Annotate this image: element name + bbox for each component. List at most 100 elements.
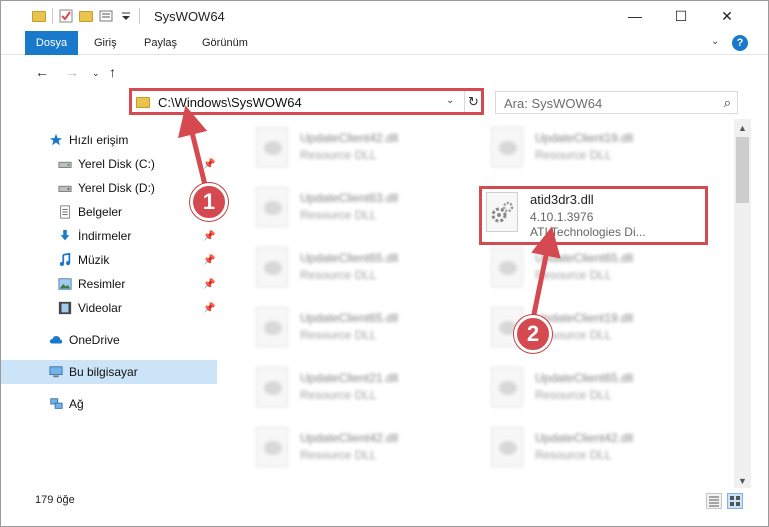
file-tile[interactable]: UpdateClient42.dll Resource DLL (481, 421, 711, 477)
pin-icon[interactable]: 📌 (203, 279, 215, 290)
minimize-button[interactable]: — (612, 1, 658, 31)
sidebar-item-quick-access[interactable]: Hızlı erişim (1, 128, 217, 152)
dll-file-icon (256, 427, 288, 467)
video-icon (58, 301, 72, 315)
file-tile[interactable]: UpdateClient65.dll Resource DLL (246, 301, 476, 357)
file-type: Resource DLL (535, 148, 612, 162)
customize-toolbar-icon[interactable] (99, 9, 113, 23)
file-name: UpdateClient42.dll (300, 431, 399, 445)
file-tile[interactable]: UpdateClient63.dll Resource DLL (246, 181, 476, 237)
drive-icon (58, 161, 72, 168)
sidebar-item-downloads[interactable]: İndirmeler 📌 (1, 224, 217, 248)
properties-icon[interactable] (59, 9, 73, 23)
sidebar-item-label: Belgeler (78, 205, 123, 219)
refresh-icon[interactable]: ↻ (464, 91, 482, 113)
dll-file-icon (256, 307, 288, 347)
new-folder-icon[interactable] (79, 9, 93, 23)
sidebar-item-label: Resimler (78, 277, 126, 291)
navigation-pane: Hızlı erişim Yerel Disk (C:) 📌 Yerel Dis… (1, 126, 217, 486)
sidebar-item-label: Yerel Disk (D:) (78, 181, 155, 195)
file-tile[interactable]: UpdateClient65.dll Resource DLL (481, 361, 711, 417)
file-name: UpdateClient19.dll (535, 131, 634, 145)
sidebar-item-videos[interactable]: Videolar 📌 (1, 296, 217, 320)
file-tile[interactable]: UpdateClient21.dll Resource DLL (246, 361, 476, 417)
file-highlight-box (479, 186, 708, 245)
star-icon (49, 133, 63, 146)
sidebar-item-network[interactable]: Ağ (1, 392, 217, 416)
file-list: UpdateClient42.dll Resource DLL UpdateCli… (236, 119, 733, 486)
maximize-button[interactable]: ☐ (658, 1, 704, 31)
file-tile[interactable]: UpdateClient19.dll Resource DLL (481, 121, 711, 177)
download-icon (60, 229, 70, 241)
chevron-down-icon[interactable] (119, 9, 133, 23)
toolbar-divider (139, 8, 140, 24)
tab-share[interactable]: Paylaş (144, 31, 177, 55)
file-type: Resource DLL (300, 148, 377, 162)
tab-home[interactable]: Giriş (94, 31, 117, 55)
window-title: SysWOW64 (154, 8, 225, 24)
scroll-down-icon[interactable]: ▼ (738, 476, 747, 486)
file-tile[interactable]: UpdateClient65.dll Resource DLL (481, 241, 711, 297)
up-arrow-icon[interactable]: ↑ (109, 64, 116, 80)
file-name: UpdateClient65.dll (300, 311, 399, 325)
file-tile[interactable]: UpdateClient42.dll Resource DLL (246, 421, 476, 477)
address-bar[interactable]: C:\Windows\SysWOW64 ⌄ ↻ (130, 90, 483, 114)
sidebar-item-label: İndirmeler (78, 229, 132, 243)
sidebar-item-onedrive[interactable]: OneDrive (1, 328, 217, 352)
pin-icon[interactable]: 📌 (203, 303, 215, 314)
back-arrow-icon[interactable]: ← (35, 64, 49, 80)
tab-file[interactable]: Dosya (25, 31, 78, 55)
callout-badge-2: 2 (514, 315, 552, 353)
scroll-up-icon[interactable]: ▲ (738, 123, 747, 133)
address-path[interactable]: C:\Windows\SysWOW64 (158, 95, 302, 110)
expand-ribbon-icon[interactable]: ⌄ (711, 36, 719, 47)
sidebar-item-this-pc[interactable]: Bu bilgisayar (1, 360, 217, 384)
sidebar-item-label: Yerel Disk (C:) (78, 157, 155, 171)
dll-file-icon (256, 367, 288, 407)
dll-file-icon (491, 247, 523, 287)
folder-icon (136, 97, 150, 108)
sidebar-item-music[interactable]: Müzik 📌 (1, 248, 217, 272)
dll-file-icon (491, 127, 523, 167)
sidebar-item-label: Müzik (78, 253, 110, 267)
file-type: Resource DLL (535, 388, 612, 402)
chevron-down-icon[interactable]: ⌄ (446, 95, 454, 106)
search-icon[interactable]: ⌕ (724, 95, 731, 111)
file-name: UpdateClient63.dll (300, 191, 399, 205)
sidebar-item-pictures[interactable]: Resimler 📌 (1, 272, 217, 296)
help-icon[interactable]: ? (732, 35, 748, 51)
sidebar-item-label: Hızlı erişim (69, 133, 129, 147)
sidebar-item-local-disk-d[interactable]: Yerel Disk (D:) 📌 (1, 176, 217, 200)
file-name: UpdateClient21.dll (300, 371, 399, 385)
sidebar-item-documents[interactable]: Belgeler 📌 (1, 200, 217, 224)
forward-arrow-icon[interactable]: → (65, 64, 79, 80)
toolbar-divider (52, 8, 53, 24)
sidebar-item-local-disk-c[interactable]: Yerel Disk (C:) 📌 (1, 152, 217, 176)
sidebar-item-label: OneDrive (69, 333, 120, 347)
file-tile[interactable]: UpdateClient42.dll Resource DLL (246, 121, 476, 177)
pin-icon[interactable]: 📌 (203, 255, 215, 266)
search-input[interactable]: Ara: SysWOW64 ⌕ (495, 91, 738, 114)
file-name: UpdateClient19.dll (535, 311, 634, 325)
title-bar: SysWOW64 — ☐ ✕ (1, 1, 768, 31)
file-name: UpdateClient65.dll (535, 371, 634, 385)
dll-file-icon (256, 247, 288, 287)
file-type: Resource DLL (300, 328, 377, 342)
file-name: UpdateClient42.dll (535, 431, 634, 445)
dll-file-icon (256, 187, 288, 227)
file-name: UpdateClient42.dll (300, 131, 399, 145)
quick-access-toolbar (32, 8, 140, 24)
pin-icon[interactable]: 📌 (203, 231, 215, 242)
tab-view[interactable]: Görünüm (202, 31, 248, 55)
recent-locations-icon[interactable]: ⌄ (92, 68, 100, 79)
pin-icon[interactable]: 📌 (203, 159, 215, 170)
close-button[interactable]: ✕ (704, 1, 750, 31)
scrollbar-thumb[interactable] (736, 137, 749, 203)
file-type: Resource DLL (535, 268, 612, 282)
details-view-icon[interactable] (706, 493, 722, 509)
tiles-view-icon[interactable] (727, 493, 743, 509)
vertical-scrollbar[interactable]: ▲ ▼ (734, 119, 751, 488)
computer-icon (49, 366, 63, 378)
ribbon: Dosya Giriş Paylaş Görünüm ⌄ ? (1, 31, 768, 55)
file-tile[interactable]: UpdateClient65.dll Resource DLL (246, 241, 476, 297)
